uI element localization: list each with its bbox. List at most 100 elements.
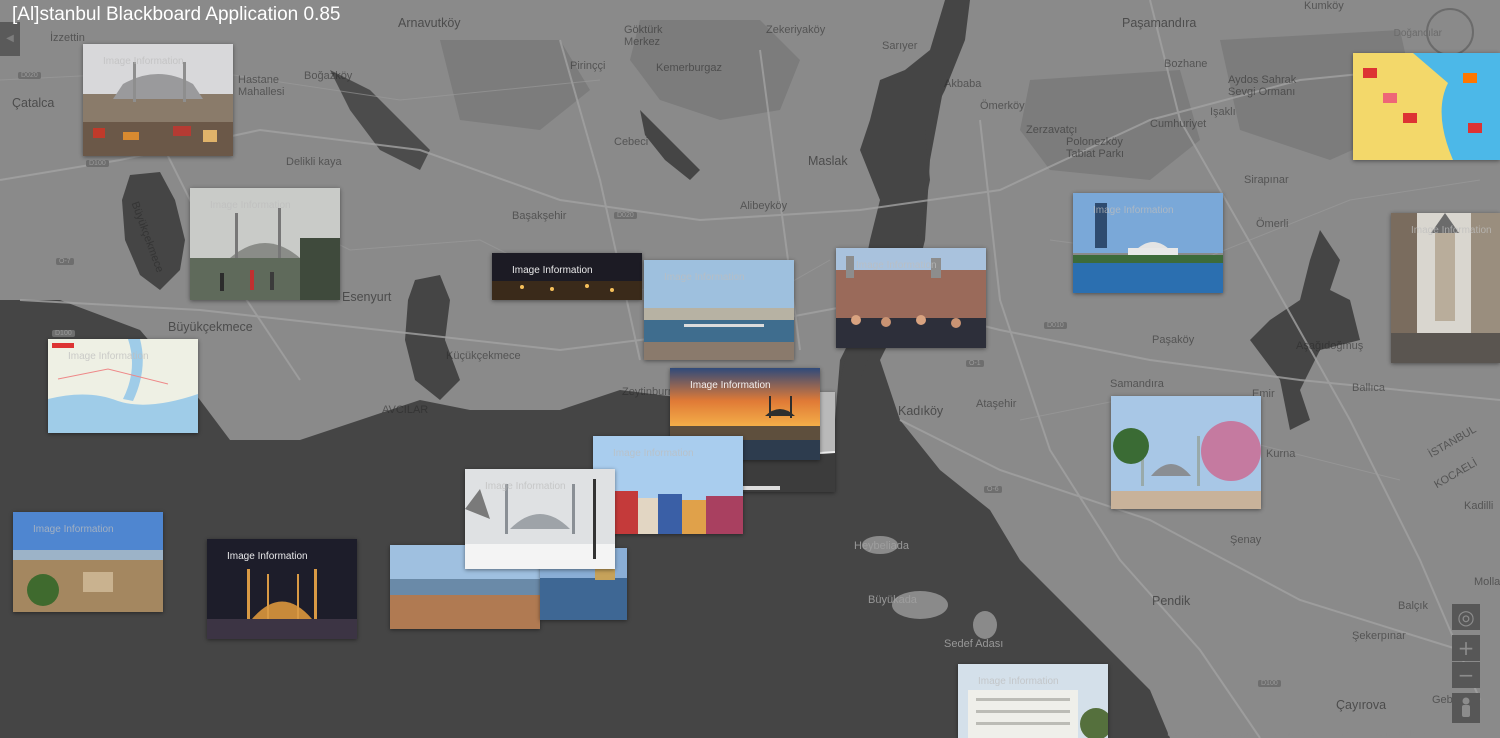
image-information-label[interactable]: Image Information bbox=[485, 481, 566, 492]
place-polonezkoy: Polonezköy Tabiat Parkı bbox=[1066, 136, 1125, 160]
place-kurna: Kurna bbox=[1266, 448, 1296, 460]
place-sariyer: Sarıyer bbox=[882, 40, 918, 52]
place-gokturk: Göktürk Merkez bbox=[624, 24, 663, 48]
locate-me-button[interactable]: ◎ bbox=[1452, 604, 1480, 630]
place-izzettin: İzzettin bbox=[50, 32, 85, 44]
place-buyukada: Büyükada bbox=[868, 594, 917, 606]
attribution-scale: 2 km bbox=[1442, 729, 1460, 738]
photo-blue-mosque-night[interactable]: Image Information bbox=[207, 539, 357, 639]
road-shield: D100 bbox=[52, 330, 75, 337]
place-heybeliada: Heybeliada bbox=[854, 540, 910, 552]
photo-galata-tower[interactable]: Image Information bbox=[1391, 213, 1500, 363]
place-zekeriyakoy: Zekeriyaköy bbox=[766, 24, 826, 36]
image-information-label[interactable]: Image Information bbox=[856, 260, 937, 271]
photo-colorful-houses[interactable]: Image Information bbox=[593, 436, 743, 534]
image-information-label[interactable]: Image Information bbox=[103, 56, 184, 67]
image-information-label[interactable]: Image Information bbox=[33, 524, 114, 535]
side-panel-toggle[interactable]: ◀ bbox=[0, 22, 20, 56]
place-catalca: Çatalca bbox=[12, 96, 55, 110]
place-cumhuriyet: Cumhuriyet bbox=[1150, 118, 1207, 130]
tourist-map-image bbox=[1353, 53, 1500, 160]
place-hastane: Hastane Mahallesi bbox=[238, 74, 285, 98]
image-information-label[interactable]: Image Information bbox=[1411, 225, 1492, 236]
island-sedef bbox=[973, 611, 997, 639]
photo-tourist-map[interactable] bbox=[1353, 53, 1500, 160]
place-pasamandira: Paşamandıra bbox=[1122, 16, 1197, 30]
photo-dolmabahce[interactable]: Image Information bbox=[1073, 193, 1223, 293]
place-pasakoy: Paşaköy bbox=[1152, 334, 1195, 346]
image-information-label[interactable]: Image Information bbox=[613, 448, 694, 459]
place-sedefadasi: Sedef Adası bbox=[944, 638, 1004, 650]
road-shield: O-7 bbox=[56, 258, 74, 265]
image-information-label[interactable]: Image Information bbox=[978, 676, 1059, 687]
road-shield: D100 bbox=[86, 160, 109, 167]
map-attribution: Map data ©2018 Google United States Term… bbox=[1153, 729, 1460, 738]
place-alibeykoy: Alibeyköy bbox=[740, 200, 788, 212]
photo-sultanahmet-flowers[interactable] bbox=[1111, 396, 1261, 509]
road-shield: D020 bbox=[18, 72, 41, 79]
attribution-mapdata: Map data ©2018 Google bbox=[1167, 729, 1255, 738]
attribution-terms[interactable]: Terms bbox=[1335, 729, 1357, 738]
place-ayazma: Aydos Sahrak Sevgi Ormanı bbox=[1228, 74, 1297, 98]
photo-golden-horn[interactable]: Image Information bbox=[644, 260, 794, 360]
place-arnavutkoy: Arnavutköy bbox=[398, 16, 461, 30]
photo-night-skyline[interactable]: Image Information bbox=[492, 253, 642, 300]
place-pendik: Pendik bbox=[1152, 594, 1191, 608]
place-basaksehir: Başakşehir bbox=[512, 210, 567, 222]
place-isakli: Işaklı bbox=[1210, 106, 1236, 118]
photo-hotel[interactable]: Image Information bbox=[958, 664, 1108, 738]
place-bozhane: Bozhane bbox=[1164, 58, 1208, 70]
place-cebeci: Cebeci bbox=[614, 136, 649, 148]
road-shield: D020 bbox=[614, 212, 637, 219]
place-omerli: Ömerli bbox=[1256, 218, 1289, 230]
place-omerkoy: Ömerköy bbox=[980, 100, 1025, 112]
road-shield: D010 bbox=[1044, 322, 1067, 329]
place-molla: Molla bbox=[1474, 576, 1500, 588]
place-kucukcekmece: Küçükçekmece bbox=[446, 350, 521, 362]
image-information-label[interactable]: Image Information bbox=[1093, 205, 1174, 216]
place-sekerpinar: Şekerpınar bbox=[1352, 630, 1406, 642]
place-samandira: Samandıra bbox=[1110, 378, 1164, 390]
image-information-label[interactable]: Image Information bbox=[664, 272, 745, 283]
place-avcilar: AVCILAR bbox=[382, 404, 429, 416]
image-information-label[interactable]: Image Information bbox=[210, 200, 291, 211]
photo-crowd-street[interactable]: Image Information bbox=[836, 248, 986, 348]
place-kumkoy: Kumköy bbox=[1304, 0, 1344, 12]
photo-suleymaniye[interactable]: Image Information bbox=[83, 44, 233, 156]
place-zerzavatci: Zerzavatçı bbox=[1026, 124, 1078, 136]
place-kadilli: Kadilli bbox=[1464, 500, 1494, 512]
image-information-label[interactable]: Image Information bbox=[512, 265, 593, 276]
place-atasehir: Ataşehir bbox=[976, 398, 1017, 410]
attribution-region[interactable]: United States bbox=[1271, 729, 1319, 738]
place-kadikoy: Kadıköy bbox=[898, 404, 944, 418]
photo-aerial-old-city[interactable]: Image Information bbox=[13, 512, 163, 612]
app-title: [Al]stanbul Blackboard Application 0.85 bbox=[12, 4, 341, 25]
photo-snowy-mosque[interactable]: Image Information bbox=[465, 469, 615, 569]
place-buyukcekmece: Büyükçekmece bbox=[168, 320, 253, 334]
road-shield: O-6 bbox=[984, 486, 1002, 493]
sultanahmet-flowers-image bbox=[1111, 396, 1261, 509]
attribution-feedback[interactable]: Send feedback bbox=[1373, 729, 1426, 738]
zoom-in-button[interactable]: + bbox=[1452, 635, 1480, 661]
place-dogancilar: Doğancılar bbox=[1393, 28, 1442, 39]
place-dogumus: Aşağıdoğmuş bbox=[1296, 340, 1364, 352]
photo-istanbul-map[interactable]: Image Information bbox=[48, 339, 198, 433]
night-skyline-image bbox=[492, 253, 642, 300]
image-information-label[interactable]: Image Information bbox=[68, 351, 149, 362]
road-shield: D100 bbox=[1258, 680, 1281, 687]
image-information-label[interactable]: Image Information bbox=[227, 551, 308, 562]
place-balcik: Balçık bbox=[1398, 600, 1428, 612]
zoom-out-button[interactable]: − bbox=[1452, 662, 1480, 688]
road-shield: O-1 bbox=[966, 360, 984, 367]
place-pirincci: Pirinççi bbox=[570, 60, 606, 72]
locate-icon: ◎ bbox=[1457, 605, 1475, 629]
image-information-label[interactable]: Image Information bbox=[690, 380, 771, 391]
place-ballica: Ballıca bbox=[1352, 382, 1386, 394]
place-deliklikaya: Delikli kaya bbox=[286, 156, 342, 168]
place-kemerburgaz: Kemerburgaz bbox=[656, 62, 723, 74]
place-sirapinar: Sirapınar bbox=[1244, 174, 1289, 186]
place-esenyurt: Esenyurt bbox=[342, 290, 392, 304]
pegman-icon[interactable] bbox=[1452, 693, 1480, 723]
photo-blue-mosque-rain[interactable]: Image Information bbox=[190, 188, 340, 300]
place-cayirova: Çayırova bbox=[1336, 698, 1387, 712]
